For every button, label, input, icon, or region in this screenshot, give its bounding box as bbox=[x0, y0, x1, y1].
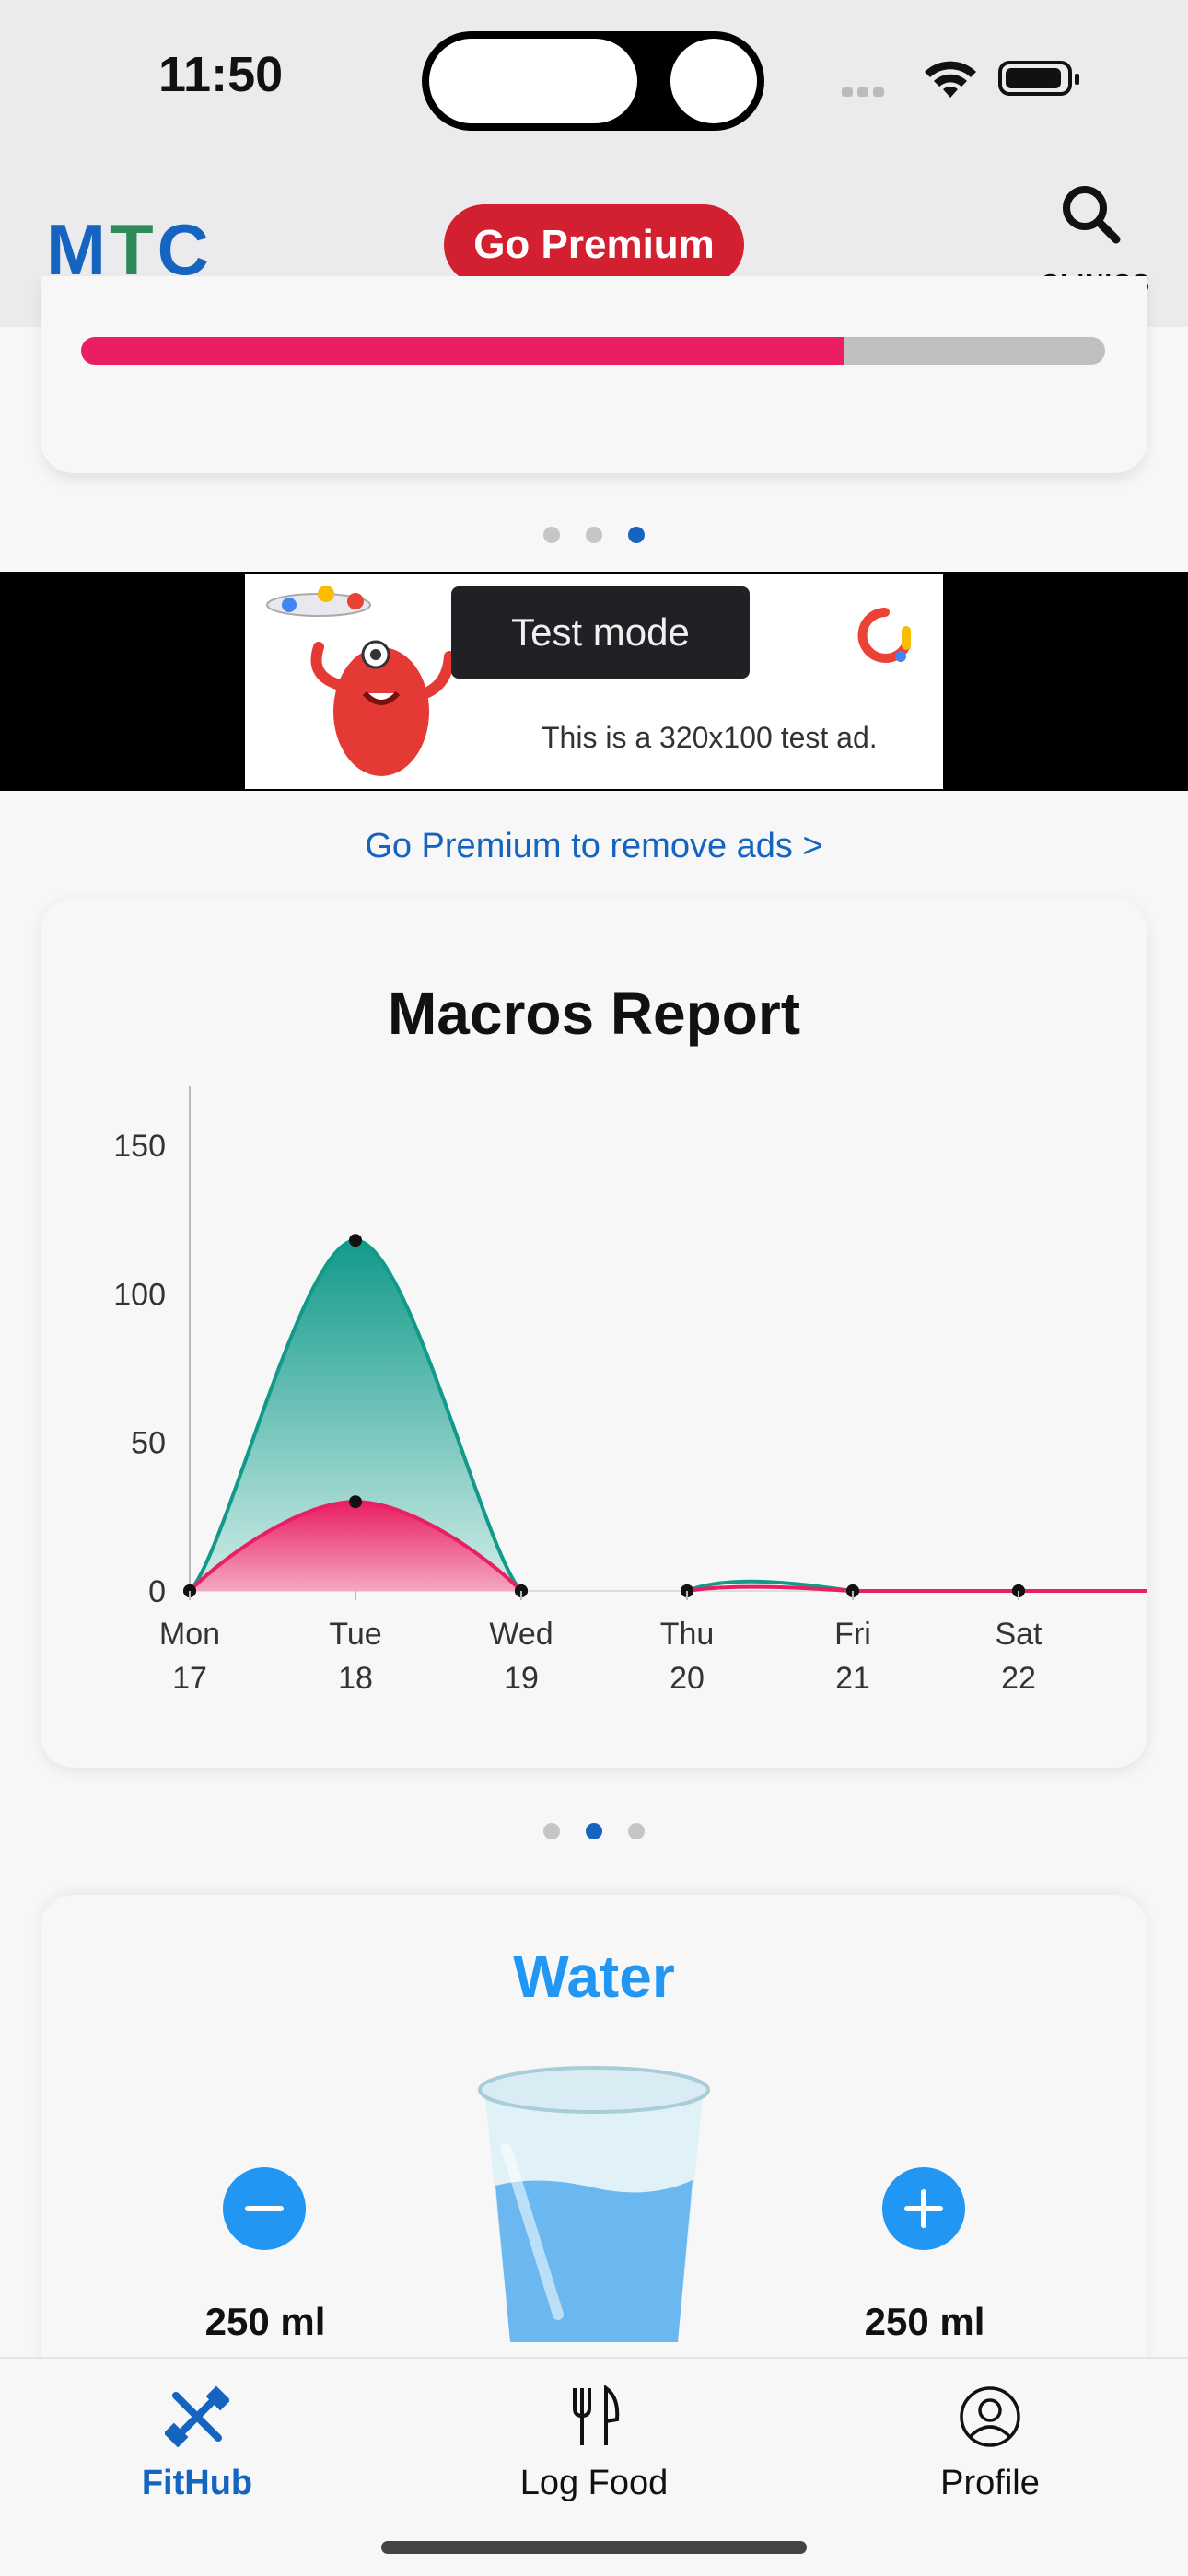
ad-logo-icon bbox=[857, 608, 911, 663]
ad-mascot-icon bbox=[266, 586, 455, 776]
water-glass-icon[interactable] bbox=[473, 2066, 715, 2342]
x-tick-label-day: Tue bbox=[329, 1617, 381, 1652]
ad-text: This is a 320x100 test ad. bbox=[542, 721, 878, 754]
y-tick-label: 150 bbox=[113, 1129, 166, 1164]
progress-card bbox=[41, 276, 1147, 473]
x-tick-label-date: 17 bbox=[172, 1661, 207, 1696]
remove-ads-link[interactable]: Go Premium to remove ads > bbox=[0, 827, 1188, 866]
increase-water-button[interactable] bbox=[882, 2167, 965, 2250]
go-premium-button[interactable]: Go Premium bbox=[444, 204, 744, 285]
x-tick-label-date: 20 bbox=[670, 1661, 705, 1696]
wifi-icon bbox=[925, 61, 976, 98]
x-tick-label-date: 22 bbox=[1001, 1661, 1036, 1696]
macros-report-card: Macros Report 0 50 100 150 Mon 17 Tue 18 Wed 19 Th… bbox=[41, 899, 1147, 1768]
test-mode-badge: Test mode bbox=[451, 586, 750, 679]
progress-bar bbox=[81, 337, 1105, 365]
x-tick-label-day: Thu bbox=[660, 1617, 715, 1652]
increase-amount: 250 ml bbox=[864, 2300, 985, 2343]
tab-label-profile: Profile bbox=[940, 2464, 1040, 2502]
x-tick-label-date: 19 bbox=[504, 1661, 539, 1696]
home-indicator bbox=[381, 2541, 807, 2554]
data-point bbox=[349, 1495, 362, 1509]
tab-label-fithub: FitHub bbox=[141, 2464, 253, 2502]
carousel-dots-top[interactable] bbox=[0, 527, 1188, 548]
x-tick-label-day: Fri bbox=[834, 1617, 871, 1652]
x-tick-label-day: Wed bbox=[489, 1617, 553, 1652]
x-tick-label-day: Sat bbox=[995, 1617, 1042, 1652]
ad-banner[interactable]: Test mode This is a 320x100 test ad. bbox=[0, 572, 1188, 791]
carousel-dots-bottom[interactable] bbox=[0, 1823, 1188, 1844]
battery-icon bbox=[998, 61, 1079, 96]
fork-knife-icon bbox=[573, 2385, 620, 2445]
y-tick-label: 50 bbox=[131, 1426, 166, 1461]
macros-chart: 050100150Mon17Tue18Wed19Thu20Fri21Sat22S… bbox=[113, 1086, 1147, 1696]
ad-content[interactable]: Test mode This is a 320x100 test ad. bbox=[245, 574, 943, 789]
minus-icon bbox=[245, 2206, 284, 2211]
y-tick-label: 100 bbox=[113, 1277, 166, 1312]
progress-fill bbox=[81, 337, 844, 365]
tab-label-log-food: Log Food bbox=[519, 2464, 669, 2502]
data-point bbox=[349, 1234, 362, 1247]
fithub-icon bbox=[165, 2385, 229, 2448]
decrease-water-button[interactable] bbox=[223, 2167, 306, 2250]
status-time: 11:50 bbox=[158, 47, 284, 102]
water-title: Water bbox=[513, 1944, 675, 2010]
x-tick-label-date: 18 bbox=[338, 1661, 373, 1696]
profile-icon bbox=[960, 2386, 1020, 2447]
y-tick-label: 0 bbox=[148, 1574, 166, 1609]
search-icon[interactable] bbox=[1059, 182, 1124, 247]
dynamic-island bbox=[422, 31, 764, 131]
decrease-amount: 250 ml bbox=[204, 2300, 326, 2343]
x-tick-label-date: 21 bbox=[835, 1661, 870, 1696]
cellular-icon bbox=[842, 85, 906, 98]
x-tick-label-day: Mon bbox=[159, 1617, 220, 1652]
